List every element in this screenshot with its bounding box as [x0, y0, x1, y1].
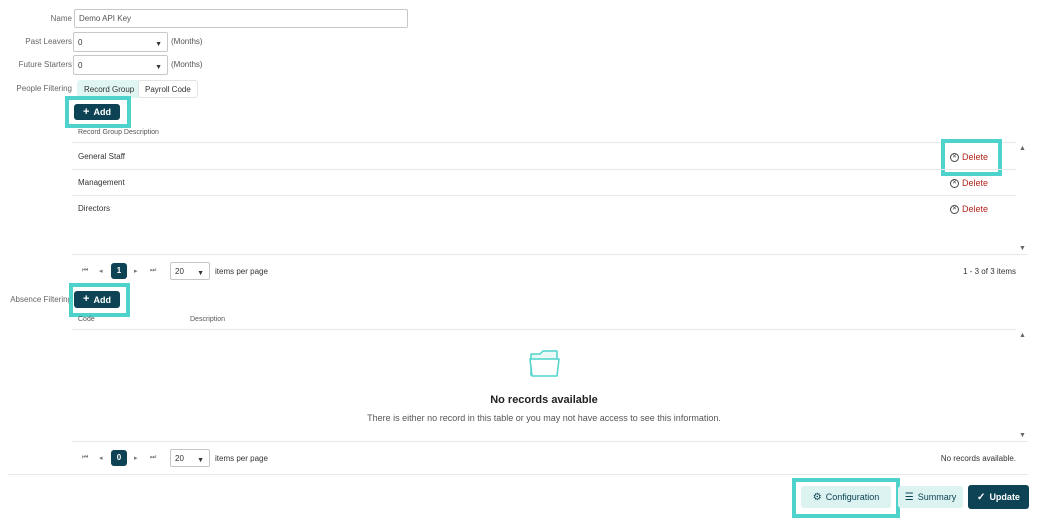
- future-starters-label: Future Starters: [18, 60, 72, 69]
- scroll-up-arrow[interactable]: ▲: [1019, 332, 1026, 339]
- last-page-icon[interactable]: ⏭: [150, 454, 156, 462]
- plus-icon: +: [83, 105, 90, 118]
- divider: [72, 142, 1016, 143]
- pager-summary: 1 - 3 of 3 items: [963, 267, 1016, 276]
- delete-label: Delete: [962, 204, 989, 214]
- close-circle-icon: ✕: [950, 178, 959, 188]
- current-page[interactable]: 0: [111, 450, 127, 466]
- plus-icon: +: [83, 293, 90, 305]
- next-page-icon[interactable]: ▸: [134, 454, 138, 462]
- tab-payroll-code[interactable]: Payroll Code: [138, 80, 198, 98]
- add-record-group-label: Add: [93, 107, 111, 117]
- future-starters-select[interactable]: 0 ▼: [73, 55, 168, 75]
- future-starters-unit: (Months): [171, 60, 203, 69]
- name-input[interactable]: Demo API Key: [74, 9, 408, 28]
- code-column-header: Code: [78, 316, 95, 323]
- delete-label: Delete: [962, 178, 989, 188]
- delete-button-1[interactable]: ✕ Delete: [950, 152, 988, 162]
- close-circle-icon: ✕: [950, 152, 959, 162]
- update-button[interactable]: ✓ Update: [968, 485, 1029, 509]
- summary-label: Summary: [917, 492, 957, 502]
- divider: [8, 474, 1028, 475]
- first-page-icon[interactable]: ⏮: [82, 454, 88, 462]
- chevron-down-icon: ▼: [155, 64, 162, 71]
- divider: [72, 441, 1028, 442]
- people-filtering-label: People Filtering: [16, 84, 72, 93]
- pager-summary: No records available.: [940, 454, 1016, 463]
- chevron-down-icon: ▼: [155, 41, 162, 48]
- past-leavers-label: Past Leavers: [25, 37, 72, 46]
- first-page-icon[interactable]: ⏮: [82, 267, 88, 275]
- delete-button-2[interactable]: ✕ Delete: [950, 178, 988, 188]
- update-label: Update: [989, 492, 1020, 502]
- name-label: Name: [50, 14, 72, 23]
- add-absence-label: Add: [93, 294, 111, 305]
- divider: [72, 195, 1016, 196]
- delete-button-3[interactable]: ✕ Delete: [950, 204, 988, 214]
- close-circle-icon: ✕: [950, 204, 959, 214]
- page-size-select[interactable]: 20 ▼: [170, 262, 210, 280]
- check-icon: ✓: [977, 491, 986, 503]
- page-size-select[interactable]: 20 ▼: [170, 449, 210, 467]
- current-page[interactable]: 1: [111, 263, 127, 279]
- add-record-group-button[interactable]: + Add: [74, 104, 120, 120]
- scroll-down-arrow[interactable]: ▼: [1019, 432, 1026, 439]
- divider: [72, 329, 1016, 330]
- divider: [72, 254, 1028, 255]
- items-per-page-label: items per page: [215, 454, 268, 463]
- empty-state-message: There is either no record in this table …: [367, 413, 721, 423]
- divider: [72, 169, 1016, 170]
- scroll-up-arrow[interactable]: ▲: [1019, 145, 1026, 152]
- prev-page-icon[interactable]: ◂: [99, 267, 103, 275]
- chevron-down-icon: ▼: [197, 457, 204, 464]
- empty-state-title: No records available: [490, 394, 598, 406]
- record-group-row-3: Directors: [78, 204, 111, 213]
- summary-button[interactable]: ☰ Summary: [898, 486, 963, 508]
- record-group-column-header: Record Group Description: [78, 129, 159, 136]
- add-absence-button[interactable]: + Add: [74, 291, 120, 308]
- future-starters-value: 0: [78, 61, 83, 70]
- record-group-row-2: Management: [78, 178, 125, 187]
- past-leavers-select[interactable]: 0 ▼: [73, 32, 168, 52]
- configuration-button[interactable]: ⚙ Configuration: [801, 486, 891, 508]
- configuration-label: Configuration: [825, 492, 880, 502]
- scroll-down-arrow[interactable]: ▼: [1019, 245, 1026, 252]
- next-page-icon[interactable]: ▸: [134, 267, 138, 275]
- chevron-down-icon: ▼: [197, 270, 204, 277]
- page-size-value: 20: [175, 454, 184, 463]
- delete-label: Delete: [962, 152, 989, 162]
- folder-icon: [528, 348, 561, 379]
- description-column-header: Description: [190, 316, 226, 323]
- gear-icon: ⚙: [812, 491, 822, 503]
- page-size-value: 20: [175, 267, 184, 276]
- last-page-icon[interactable]: ⏭: [150, 267, 156, 275]
- past-leavers-unit: (Months): [171, 37, 203, 46]
- record-group-row-1: General Staff: [78, 152, 125, 161]
- list-icon: ☰: [904, 491, 914, 503]
- past-leavers-value: 0: [78, 38, 83, 47]
- prev-page-icon[interactable]: ◂: [99, 454, 103, 462]
- items-per-page-label: items per page: [215, 267, 268, 276]
- absence-filtering-label: Absence Filtering: [10, 295, 72, 304]
